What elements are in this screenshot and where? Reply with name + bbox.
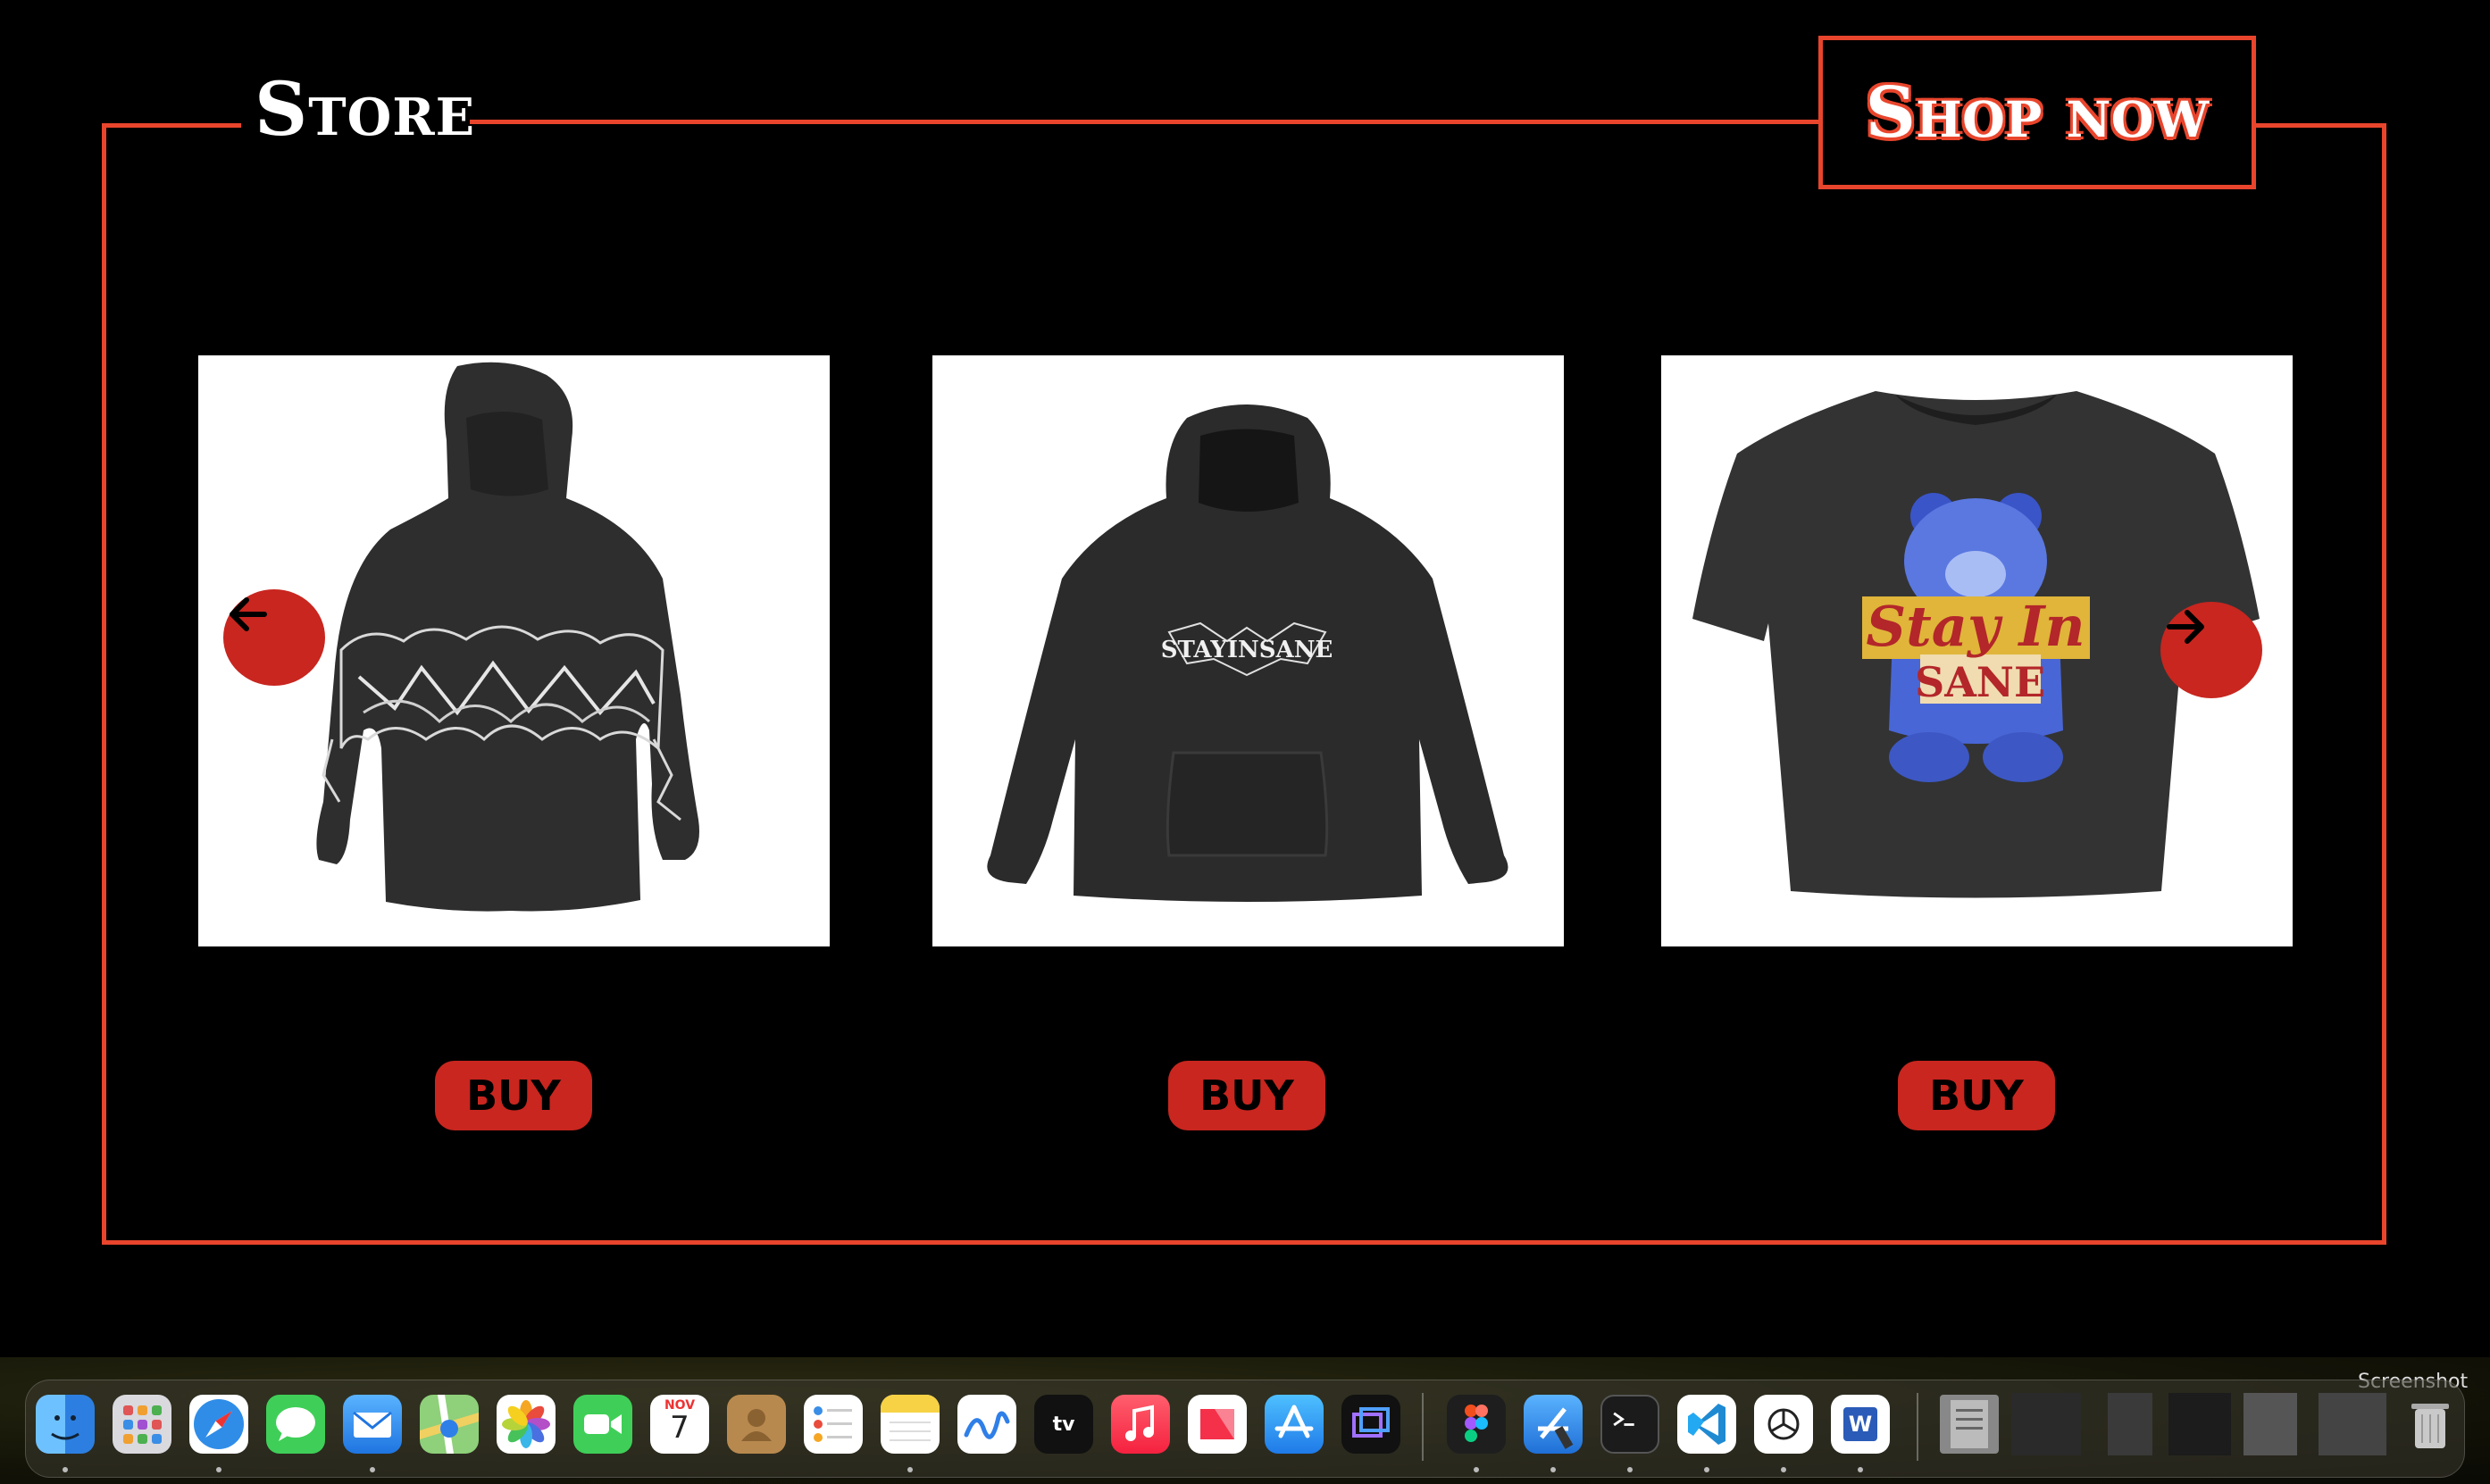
store-page: Store Shop now STAYINSANE Stay In SANE B… bbox=[0, 0, 2490, 1357]
chatgpt-running-dot bbox=[1781, 1467, 1786, 1472]
news-icon[interactable] bbox=[1188, 1395, 1247, 1454]
minimized-window-4[interactable] bbox=[2244, 1393, 2297, 1455]
messages-icon[interactable] bbox=[266, 1395, 325, 1454]
product-card-3[interactable]: Stay In SANE bbox=[1661, 355, 2293, 946]
frame-top-left bbox=[102, 123, 241, 128]
trash-icon[interactable] bbox=[2401, 1395, 2460, 1454]
freeform-icon[interactable] bbox=[957, 1395, 1016, 1454]
carousel-next-button[interactable] bbox=[2160, 602, 2262, 698]
terminal-running-dot bbox=[1627, 1467, 1633, 1472]
app-store-icon[interactable] bbox=[1265, 1395, 1324, 1454]
mail-icon[interactable] bbox=[343, 1395, 402, 1454]
buy-button-3[interactable]: BUY bbox=[1898, 1061, 2055, 1130]
frame-bottom bbox=[102, 1240, 2386, 1245]
minimized-window-2[interactable] bbox=[2108, 1393, 2152, 1455]
document-thumbnail-icon[interactable] bbox=[1940, 1395, 1999, 1454]
calendar-day: 7 bbox=[670, 1410, 689, 1446]
hoodie-stayinsane-image: STAYINSANE bbox=[987, 404, 1508, 902]
facetime-icon[interactable] bbox=[573, 1395, 632, 1454]
frame-top-middle bbox=[470, 120, 1818, 124]
arrow-left-icon bbox=[230, 597, 267, 631]
buy-button-2[interactable]: BUY bbox=[1168, 1061, 1325, 1130]
frame-left bbox=[102, 123, 106, 1245]
reminders-icon[interactable] bbox=[804, 1395, 863, 1454]
tee-print-text-2: SANE bbox=[1915, 658, 2045, 706]
xcode-icon[interactable] bbox=[1524, 1395, 1583, 1454]
safari-running-dot bbox=[216, 1467, 221, 1472]
product-card-2[interactable]: STAYINSANE bbox=[932, 355, 1564, 946]
dock-separator-1 bbox=[1422, 1393, 1424, 1461]
calendar-icon[interactable]: NOV 7 bbox=[650, 1395, 709, 1454]
maps-icon[interactable] bbox=[420, 1395, 479, 1454]
finder-icon[interactable] bbox=[36, 1395, 95, 1454]
tee-print-text-1: Stay In bbox=[1866, 594, 2085, 659]
apple-tv-icon[interactable]: tv bbox=[1034, 1395, 1093, 1454]
safari-icon[interactable] bbox=[189, 1395, 248, 1454]
vscode-running-dot bbox=[1704, 1467, 1709, 1472]
figma-running-dot bbox=[1474, 1467, 1479, 1472]
word-badge: W bbox=[1843, 1407, 1877, 1441]
word-running-dot bbox=[1858, 1467, 1863, 1472]
buy-button-1[interactable]: BUY bbox=[435, 1061, 592, 1130]
minimized-window-5[interactable] bbox=[2319, 1393, 2386, 1455]
product-card-1[interactable] bbox=[198, 355, 830, 946]
vscode-icon[interactable] bbox=[1677, 1395, 1736, 1454]
store-title: Store bbox=[255, 67, 476, 153]
notes-icon[interactable] bbox=[881, 1395, 940, 1454]
mail-running-dot bbox=[370, 1467, 375, 1472]
minimized-window-1[interactable] bbox=[2011, 1393, 2081, 1455]
music-icon[interactable] bbox=[1111, 1395, 1170, 1454]
tv-label: tv bbox=[1052, 1413, 1075, 1436]
finder-running-dot bbox=[63, 1467, 68, 1472]
word-icon[interactable]: W bbox=[1831, 1395, 1890, 1454]
terminal-icon[interactable] bbox=[1600, 1395, 1659, 1454]
contacts-icon[interactable] bbox=[727, 1395, 786, 1454]
dock-separator-2 bbox=[1917, 1393, 1918, 1461]
xcode-running-dot bbox=[1550, 1467, 1556, 1472]
frame-top-right bbox=[2256, 123, 2386, 128]
photos-icon[interactable] bbox=[497, 1395, 556, 1454]
hoodie-print-text: STAYINSANE bbox=[1161, 637, 1333, 663]
minimized-window-3[interactable] bbox=[2168, 1393, 2231, 1455]
frame-right bbox=[2382, 123, 2386, 1245]
carousel-prev-button[interactable] bbox=[223, 589, 325, 686]
shop-now-label: Shop now bbox=[1865, 71, 2210, 154]
chatgpt-icon[interactable] bbox=[1754, 1395, 1813, 1454]
launchpad-icon[interactable] bbox=[113, 1395, 171, 1454]
notes-running-dot bbox=[907, 1467, 913, 1472]
arrow-right-icon bbox=[2167, 610, 2204, 644]
figma-icon[interactable] bbox=[1447, 1395, 1506, 1454]
screens-icon[interactable] bbox=[1341, 1395, 1400, 1454]
shop-now-button[interactable]: Shop now bbox=[1818, 36, 2256, 189]
